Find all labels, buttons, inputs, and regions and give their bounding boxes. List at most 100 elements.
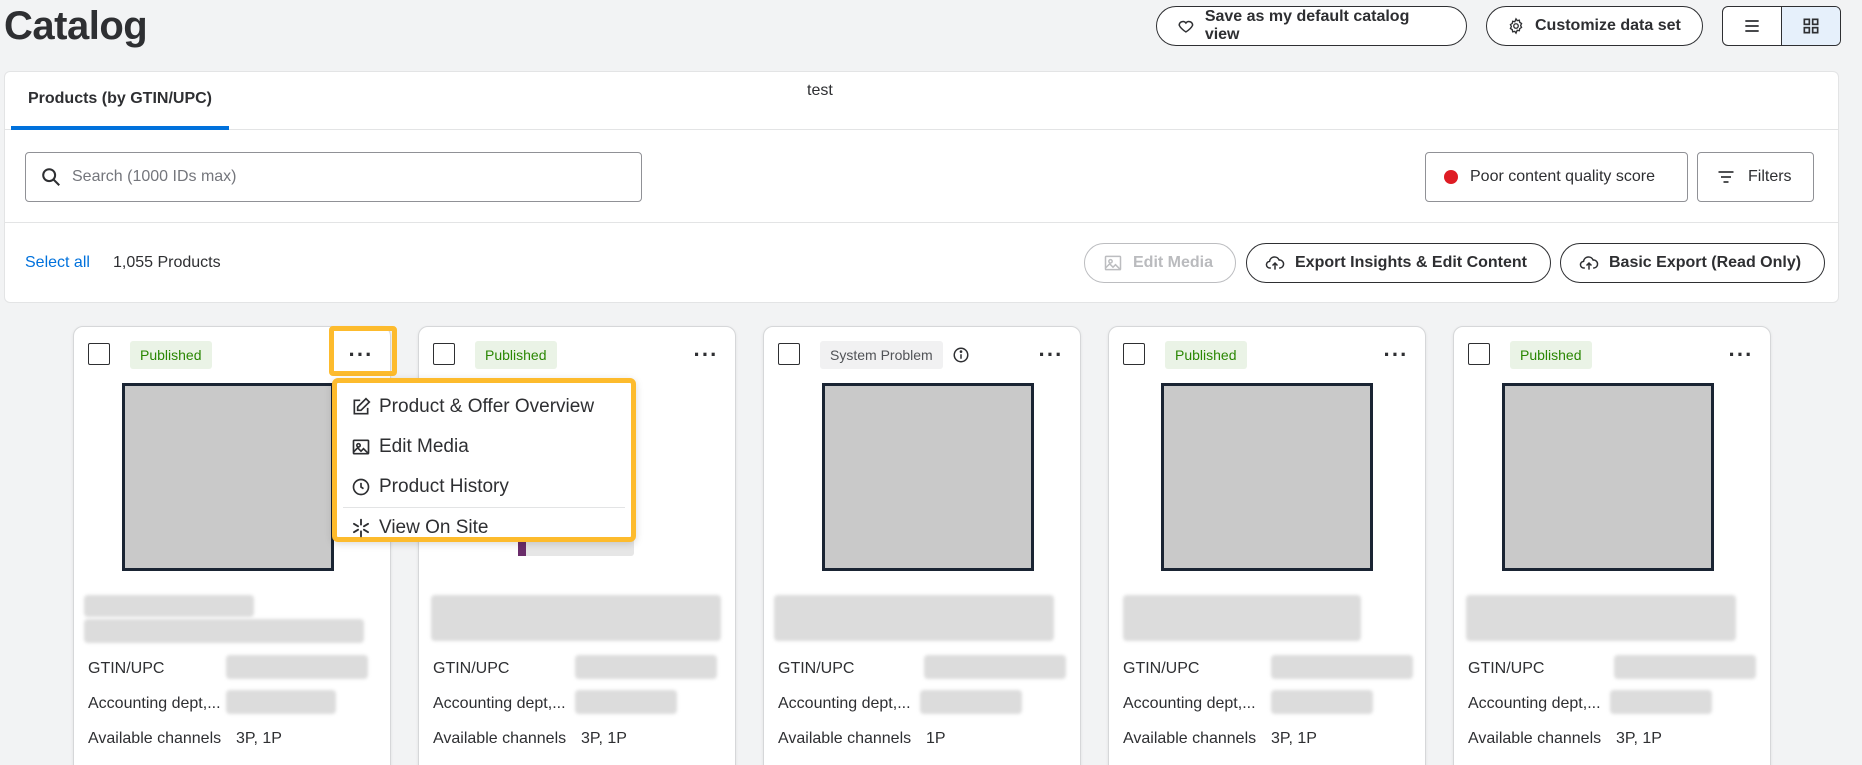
gtin-value-redacted[interactable] xyxy=(1271,655,1413,679)
accounting-label: Accounting dept,... xyxy=(1123,695,1256,712)
save-default-view-button[interactable]: Save as my default catalog view xyxy=(1156,6,1467,46)
filters-button[interactable]: Filters xyxy=(1697,152,1814,202)
poor-quality-filter-button[interactable]: Poor content quality score xyxy=(1425,152,1688,202)
image-icon xyxy=(352,439,370,455)
product-title-redacted xyxy=(1123,595,1361,641)
more-options-button[interactable]: ··· xyxy=(1381,341,1411,369)
product-title-redacted xyxy=(431,595,721,641)
product-image xyxy=(1502,383,1714,571)
list-icon xyxy=(1745,20,1759,32)
accounting-label: Accounting dept,... xyxy=(433,695,566,712)
accounting-label: Accounting dept,... xyxy=(1468,695,1601,712)
menu-item-overview[interactable]: Product & Offer Overview xyxy=(337,387,631,427)
product-title-redacted xyxy=(774,595,1054,641)
poor-quality-label: Poor content quality score xyxy=(1470,168,1655,185)
more-options-highlight xyxy=(329,326,397,376)
accounting-value-redacted xyxy=(920,690,1022,714)
status-badge: Published xyxy=(130,341,212,369)
card-checkbox[interactable] xyxy=(1123,343,1145,365)
channels-value: 3P, 1P xyxy=(581,730,627,747)
product-title-redacted xyxy=(1466,595,1736,641)
test-label: test xyxy=(807,82,833,99)
more-options-button[interactable]: ··· xyxy=(691,341,721,369)
menu-item-history[interactable]: Product History xyxy=(337,467,631,507)
gtin-value-redacted[interactable] xyxy=(924,655,1066,679)
gtin-label: GTIN/UPC xyxy=(1123,660,1200,677)
channels-value: 1P xyxy=(926,730,946,747)
card-options-menu: Product & Offer Overview Edit Media Prod… xyxy=(332,378,636,542)
card-checkbox[interactable] xyxy=(778,343,800,365)
channels-value: 3P, 1P xyxy=(236,730,282,747)
product-title-redacted xyxy=(84,619,364,643)
channels-label: Available channels xyxy=(1468,730,1602,747)
gtin-value-redacted[interactable] xyxy=(575,655,717,679)
info-icon[interactable] xyxy=(952,346,970,364)
cloud-upload-icon xyxy=(1265,256,1285,270)
channels-label: Available channels xyxy=(433,730,567,747)
image-icon xyxy=(1104,255,1122,271)
channels-label: Available channels xyxy=(1123,730,1257,747)
tab-products-by-gtin[interactable]: Products (by GTIN/UPC) xyxy=(11,72,229,130)
more-options-button[interactable]: ··· xyxy=(1036,341,1066,369)
status-badge: Published xyxy=(1165,341,1247,369)
accounting-value-redacted xyxy=(1610,690,1712,714)
menu-item-view-on-site-label: View On Site xyxy=(379,517,489,538)
menu-item-edit-media[interactable]: Edit Media xyxy=(337,427,631,467)
page-title: Catalog xyxy=(4,4,148,48)
customize-data-set-button[interactable]: Customize data set xyxy=(1486,6,1703,46)
export-insights-button[interactable]: Export Insights & Edit Content xyxy=(1246,243,1551,283)
filter-lines-icon xyxy=(1718,171,1734,183)
gtin-label: GTIN/UPC xyxy=(88,660,165,677)
catalog-page: Catalog Save as my default catalog view … xyxy=(0,0,1862,765)
accounting-value-redacted xyxy=(226,690,336,714)
edit-square-icon xyxy=(353,397,371,415)
edit-media-button[interactable]: Edit Media xyxy=(1084,243,1236,283)
basic-export-button[interactable]: Basic Export (Read Only) xyxy=(1560,243,1825,283)
accounting-label: Accounting dept,... xyxy=(778,695,911,712)
channels-value: 3P, 1P xyxy=(1271,730,1317,747)
spark-icon xyxy=(353,518,369,538)
more-options-button[interactable]: ··· xyxy=(1726,341,1756,369)
filters-label: Filters xyxy=(1748,168,1792,185)
select-all-link[interactable]: Select all xyxy=(25,254,90,272)
clock-icon xyxy=(352,478,370,496)
product-title-redacted xyxy=(84,595,254,617)
catalog-panel: Products (by GTIN/UPC) test Poor content… xyxy=(4,71,1839,303)
accounting-value-redacted xyxy=(1271,690,1373,714)
product-image xyxy=(822,383,1034,571)
card-checkbox[interactable] xyxy=(1468,343,1490,365)
cloud-upload-icon xyxy=(1579,256,1599,270)
status-badge: System Problem xyxy=(820,341,943,369)
menu-item-history-label: Product History xyxy=(379,476,509,497)
poor-quality-dot xyxy=(1444,170,1458,184)
product-image xyxy=(1161,383,1373,571)
menu-item-view-on-site[interactable]: View On Site xyxy=(337,508,631,548)
card-checkbox[interactable] xyxy=(433,343,455,365)
product-card: System Problem ··· GTIN/UPC Accounting d… xyxy=(763,326,1081,765)
gtin-value-redacted[interactable] xyxy=(1614,655,1756,679)
status-badge: Published xyxy=(475,341,557,369)
view-toggle xyxy=(1722,6,1841,46)
search-input[interactable] xyxy=(72,168,612,186)
status-badge: Published xyxy=(1510,341,1592,369)
card-checkbox[interactable] xyxy=(88,343,110,365)
channels-label: Available channels xyxy=(88,730,222,747)
accounting-value-redacted xyxy=(575,690,677,714)
panel-divider xyxy=(5,222,1838,223)
menu-item-overview-label: Product & Offer Overview xyxy=(379,396,595,417)
product-card: Published ··· GTIN/UPC Accounting dept,.… xyxy=(1453,326,1771,765)
grid-view-button[interactable] xyxy=(1781,7,1840,45)
gtin-label: GTIN/UPC xyxy=(433,660,510,677)
tab-bar: Products (by GTIN/UPC) test xyxy=(5,72,1838,130)
save-default-view-label: Save as my default catalog view xyxy=(1204,8,1410,43)
product-count: 1,055 Products xyxy=(113,254,221,271)
edit-media-label: Edit Media xyxy=(1133,254,1214,271)
gtin-value-redacted[interactable] xyxy=(226,655,368,679)
gtin-label: GTIN/UPC xyxy=(1468,660,1545,677)
gtin-label: GTIN/UPC xyxy=(778,660,855,677)
accounting-label: Accounting dept,... xyxy=(88,695,221,712)
search-box xyxy=(25,152,642,202)
list-view-button[interactable] xyxy=(1723,7,1781,45)
export-insights-label: Export Insights & Edit Content xyxy=(1295,254,1527,271)
product-card: Published ··· GTIN/UPC Accounting dept,.… xyxy=(1108,326,1426,765)
